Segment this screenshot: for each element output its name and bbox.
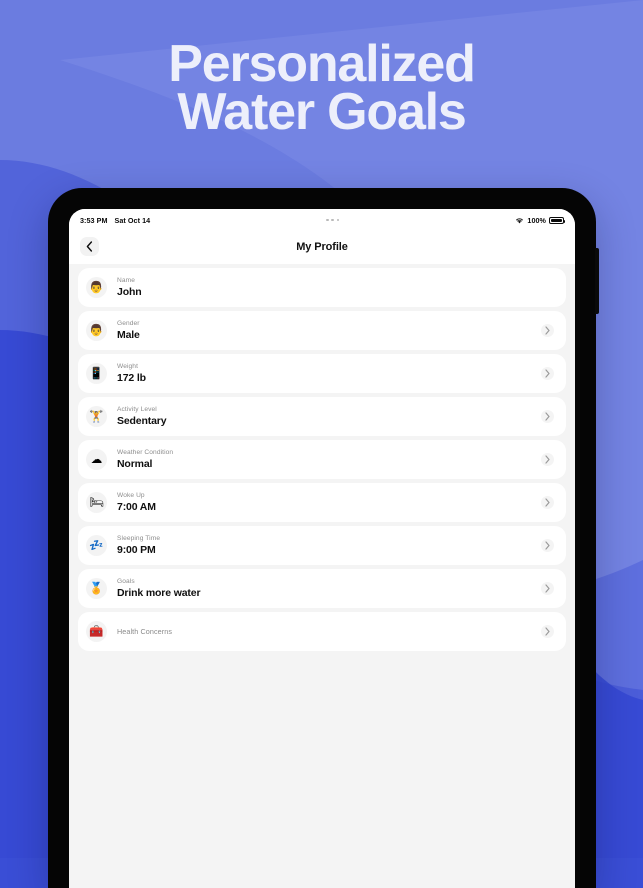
- status-bar-center: [150, 218, 515, 222]
- profile-row-label: Activity Level: [117, 406, 157, 413]
- profile-row-value: 7:00 AM: [117, 501, 156, 513]
- wifi-icon: [516, 217, 524, 223]
- chevron-right-icon[interactable]: [541, 625, 554, 638]
- profile-row-text: Gender Male: [117, 320, 541, 341]
- device-side-button[interactable]: [595, 248, 599, 314]
- profile-row-text: Weight 172 lb: [117, 363, 541, 384]
- man-emoji: 👨: [86, 320, 107, 341]
- page-title: My Profile: [296, 240, 348, 253]
- status-bar-left: 3:53 PM Sat Oct 14: [80, 216, 150, 225]
- profile-row-text: Health Concerns: [117, 626, 541, 636]
- profile-list: 👨 Name John 👨 Gender Male 📱 Weight 172 lb 🏋 Activi…: [69, 264, 575, 888]
- profile-row-label: Gender: [117, 320, 140, 327]
- battery-full-icon: [549, 216, 566, 224]
- chevron-right-icon[interactable]: [541, 324, 554, 337]
- scale-emoji: 📱: [86, 363, 107, 384]
- profile-row-label: Weather Condition: [117, 449, 174, 456]
- profile-row-label: Woke Up: [117, 492, 145, 499]
- chevron-right-icon[interactable]: [541, 410, 554, 423]
- profile-row-label: Sleeping Time: [117, 535, 161, 542]
- profile-row[interactable]: ☁ Weather Condition Normal: [78, 440, 566, 479]
- back-button[interactable]: [80, 237, 99, 256]
- profile-row[interactable]: 📱 Weight 172 lb: [78, 354, 566, 393]
- profile-row-value: 172 lb: [117, 372, 146, 384]
- profile-row-text: Woke Up 7:00 AM: [117, 492, 541, 513]
- profile-row-text: Sleeping Time 9:00 PM: [117, 535, 541, 556]
- profile-row-value: Male: [117, 329, 140, 341]
- profile-row-value: Normal: [117, 458, 153, 470]
- profile-row-label: Name: [117, 277, 135, 284]
- chevron-right-icon[interactable]: [541, 582, 554, 595]
- profile-row-text: Goals Drink more water: [117, 578, 541, 599]
- nav-bar: My Profile: [69, 229, 575, 264]
- profile-row-label: Weight: [117, 363, 139, 370]
- weightlifter-emoji: 🏋: [86, 406, 107, 427]
- first-aid-kit-emoji: 🧰: [86, 621, 107, 642]
- tablet-device-frame: 3:53 PM Sat Oct 14 100% My Profile 👨 Nam…: [48, 188, 599, 888]
- page-headline: Personalized Water Goals: [0, 38, 643, 141]
- profile-row[interactable]: 👨 Gender Male: [78, 311, 566, 350]
- profile-row[interactable]: 🧰 Health Concerns: [78, 612, 566, 651]
- profile-row-text: Name John: [117, 277, 554, 298]
- chevron-right-icon[interactable]: [541, 539, 554, 552]
- profile-row[interactable]: 🛏 Woke Up 7:00 AM: [78, 483, 566, 522]
- status-time: 3:53 PM: [80, 215, 108, 225]
- profile-row[interactable]: 🏅 Goals Drink more water: [78, 569, 566, 608]
- status-bar: 3:53 PM Sat Oct 14 100%: [69, 209, 575, 229]
- profile-row-value: 9:00 PM: [117, 544, 156, 556]
- battery-percent-label: 100%: [527, 215, 546, 225]
- cloud-emoji: ☁: [86, 449, 107, 470]
- chevron-right-icon[interactable]: [541, 496, 554, 509]
- device-screen: 3:53 PM Sat Oct 14 100% My Profile 👨 Nam…: [69, 209, 575, 888]
- bed-emoji: 🛏: [86, 492, 107, 513]
- chevron-right-icon[interactable]: [541, 453, 554, 466]
- profile-row-text: Weather Condition Normal: [117, 449, 541, 470]
- profile-row[interactable]: 🏋 Activity Level Sedentary: [78, 397, 566, 436]
- multitask-dots-icon[interactable]: [326, 218, 340, 222]
- profile-row-value: John: [117, 286, 142, 298]
- status-bar-right: 100%: [515, 215, 566, 225]
- profile-row-text: Activity Level Sedentary: [117, 406, 541, 427]
- person-emoji: 👨: [86, 277, 107, 298]
- profile-row-value: Sedentary: [117, 415, 167, 427]
- profile-row-label: Goals: [117, 578, 135, 585]
- chevron-right-icon[interactable]: [541, 367, 554, 380]
- headline-line-2: Water Goals: [177, 83, 466, 141]
- chevron-left-icon: [86, 241, 93, 252]
- profile-row[interactable]: 💤 Sleeping Time 9:00 PM: [78, 526, 566, 565]
- zzz-emoji: 💤: [86, 535, 107, 556]
- profile-row[interactable]: 👨 Name John: [78, 268, 566, 307]
- status-date: Sat Oct 14: [114, 215, 151, 225]
- profile-row-value: Drink more water: [117, 587, 201, 599]
- profile-row-label: Health Concerns: [117, 626, 173, 636]
- medal-emoji: 🏅: [86, 578, 107, 599]
